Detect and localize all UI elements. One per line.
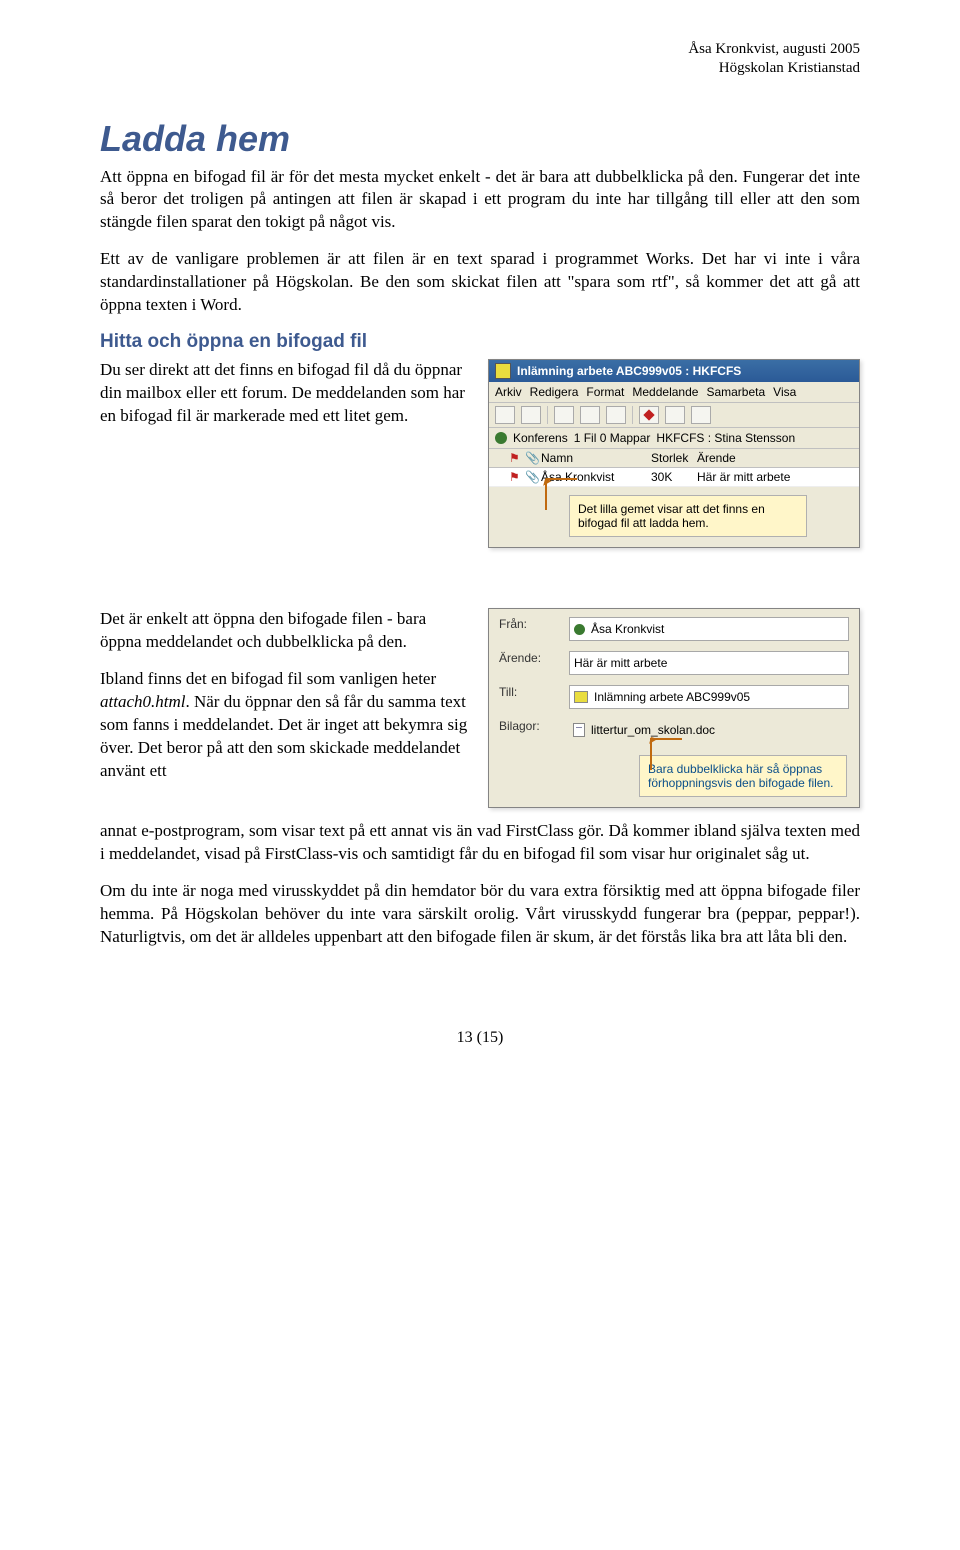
paragraph-1: Att öppna en bifogad fil är för det mest… [100,166,860,235]
subject-value: Här är mitt arbete [574,656,667,670]
info-files: 1 Fil 0 Mappar [574,431,651,445]
callout-text: Bara dubbelklicka här så öppnas förhoppn… [648,762,833,790]
paragraph-4: Det är enkelt att öppna den bifogade fil… [100,608,470,654]
list-header: ⚑ 📎 Namn Storlek Ärende [489,449,859,468]
field-from: Åsa Kronkvist [569,617,849,641]
paragraph-5: Ibland finns det en bifogad fil som vanl… [100,668,470,783]
menu-item[interactable]: Samarbeta [706,385,765,399]
row-size: 30K [651,470,697,484]
p5-filename: attach0.html [100,692,185,711]
toolbar-button[interactable] [665,406,685,424]
page-footer: 13 (15) [100,1029,860,1047]
label-attachments: Bilagor: [499,719,569,741]
row-subject: Här är mitt arbete [697,470,855,484]
screenshot-message-header: Från: Åsa Kronkvist Ärende: Här är mitt … [488,608,860,808]
message-fields: Från: Åsa Kronkvist Ärende: Här är mitt … [489,609,859,749]
header-org: Högskolan Kristianstad [100,59,860,78]
field-subject: Här är mitt arbete [569,651,849,675]
menu-item[interactable]: Meddelande [632,385,698,399]
text-column: Det är enkelt att öppna den bifogade fil… [100,608,470,797]
page-header: Åsa Kronkvist, augusti 2005 Högskolan Kr… [100,40,860,78]
to-value: Inlämning arbete ABC999v05 [594,690,750,704]
page-title: Ladda hem [100,118,860,160]
info-bar: Konferens 1 Fil 0 Mappar HKFCFS : Stina … [489,428,859,449]
menu-item[interactable]: Format [586,385,624,399]
toolbar-button[interactable] [521,406,541,424]
menu-bar: Arkiv Redigera Format Meddelande Samarbe… [489,382,859,403]
conference-icon [495,363,511,379]
section-row-2: Det är enkelt att öppna den bifogade fil… [100,608,860,808]
message-panel: Från: Åsa Kronkvist Ärende: Här är mitt … [488,608,860,808]
text-column: Du ser direkt att det finns en bifogad f… [100,359,470,442]
flag-icon[interactable] [639,406,659,424]
callout-note: Bara dubbelklicka här så öppnas förhoppn… [639,755,847,797]
toolbar [489,403,859,428]
firstclass-window: Inlämning arbete ABC999v05 : HKFCFS Arki… [488,359,860,548]
header-author: Åsa Kronkvist, augusti 2005 [100,40,860,59]
field-attachments[interactable]: littertur_om_skolan.doc [569,719,849,741]
from-value: Åsa Kronkvist [591,622,664,636]
window-titlebar: Inlämning arbete ABC999v05 : HKFCFS [489,360,859,382]
label-from: Från: [499,617,569,641]
menu-item[interactable]: Visa [773,385,796,399]
field-to: Inlämning arbete ABC999v05 [569,685,849,709]
user-icon [495,432,507,444]
info-conference: Konferens [513,431,568,445]
flag-icon: ⚑ [509,470,525,484]
menu-item[interactable]: Redigera [530,385,579,399]
toolbar-button[interactable] [554,406,574,424]
toolbar-button[interactable] [580,406,600,424]
paragraph-2: Ett av de vanligare problemen är att fil… [100,248,860,317]
paragraph-6: Om du inte är noga med virusskyddet på d… [100,880,860,949]
label-to: Till: [499,685,569,709]
section-row-1: Du ser direkt att det finns en bifogad f… [100,359,860,548]
section-subtitle-1: Hitta och öppna en bifogad fil [100,331,860,353]
document-icon [573,723,585,737]
menu-item[interactable]: Arkiv [495,385,522,399]
column-name: Namn [541,451,651,465]
paragraph-3: Du ser direkt att det finns en bifogad f… [100,359,470,428]
paragraph-5-cont: annat e-postprogram, som visar text på e… [100,820,860,866]
attachment-column-icon: 📎 [525,451,541,465]
person-icon [574,624,585,635]
screenshot-list-window: Inlämning arbete ABC999v05 : HKFCFS Arki… [488,359,860,548]
toolbar-button[interactable] [691,406,711,424]
flag-column-icon: ⚑ [509,451,525,465]
document-page: Åsa Kronkvist, augusti 2005 Högskolan Kr… [0,0,960,1087]
column-subject: Ärende [697,451,855,465]
conference-icon [574,691,588,703]
toolbar-button[interactable] [606,406,626,424]
window-title-text: Inlämning arbete ABC999v05 : HKFCFS [517,364,741,378]
info-user: HKFCFS : Stina Stensson [656,431,795,445]
toolbar-button[interactable] [495,406,515,424]
p5-a: Ibland finns det en bifogad fil som vanl… [100,669,436,688]
label-subject: Ärende: [499,651,569,675]
callout-note: Det lilla gemet visar att det finns en b… [569,495,807,537]
column-size: Storlek [651,451,697,465]
callout-text: Det lilla gemet visar att det finns en b… [578,502,765,530]
